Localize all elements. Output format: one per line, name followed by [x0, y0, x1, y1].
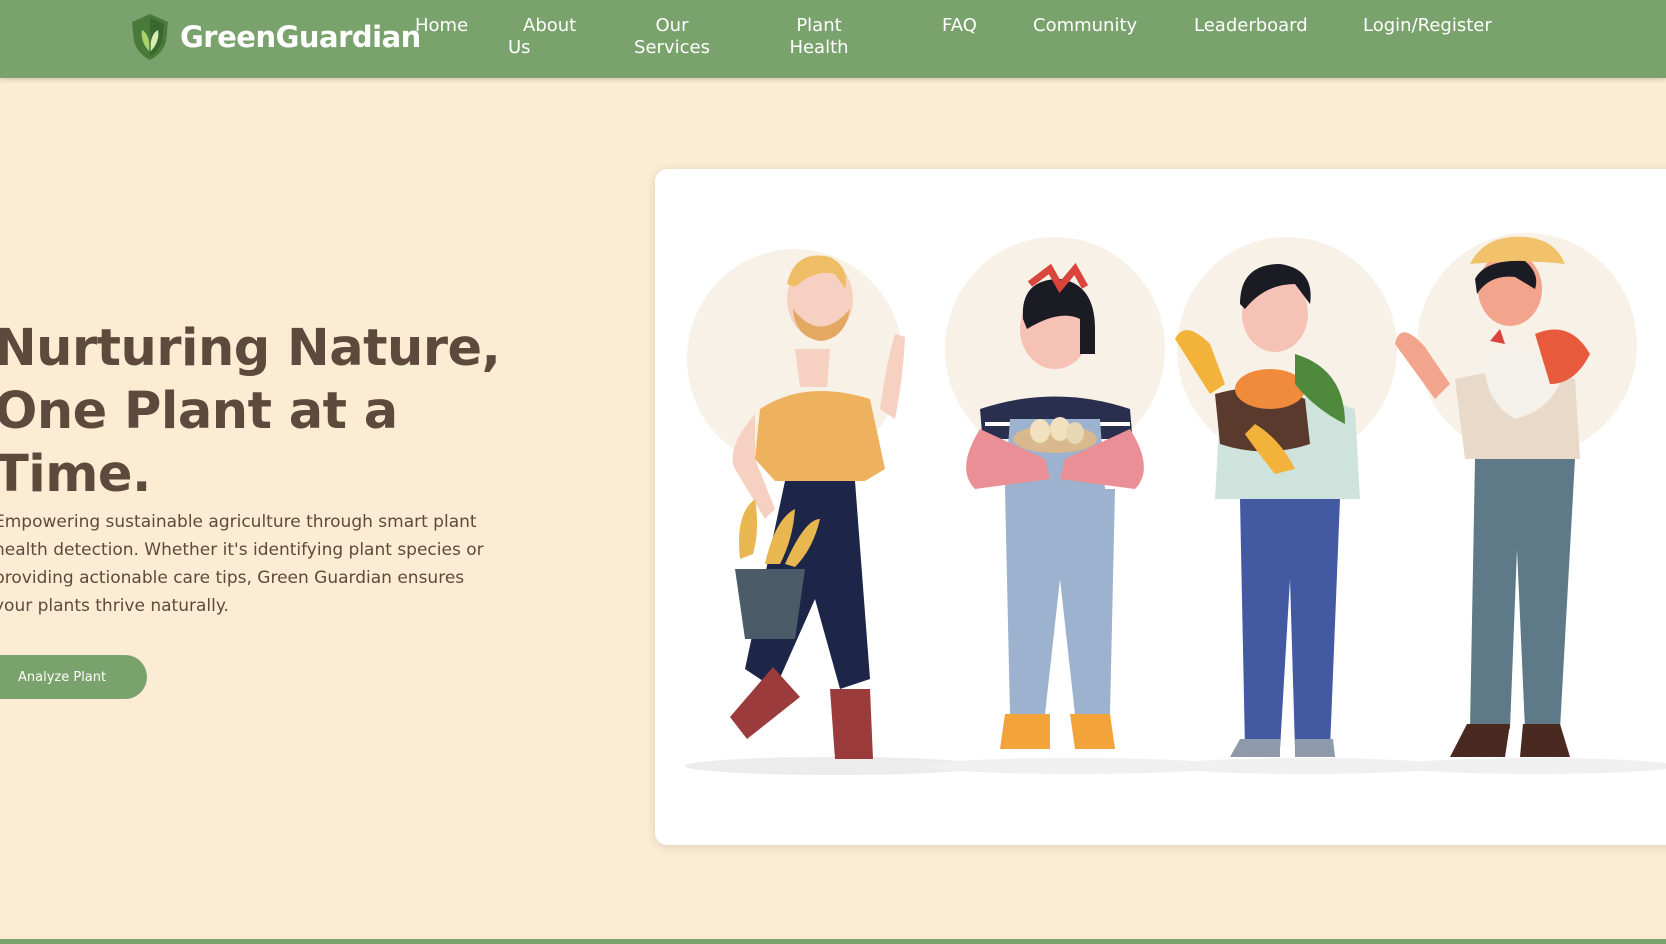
leaf-shield-icon: [132, 14, 168, 60]
brand-name: GreenGuardian: [180, 20, 421, 54]
hero-title: Nurturing Nature, One Plant at a Time.: [0, 319, 501, 504]
footer-divider: [0, 939, 1666, 944]
nav-about-us[interactable]: About Us: [508, 15, 588, 59]
nav-login-register[interactable]: Login/Register: [1363, 15, 1492, 37]
nav-plant-health[interactable]: Plant Health: [779, 15, 859, 59]
brand-logo[interactable]: GreenGuardian: [128, 12, 421, 62]
nav-community[interactable]: Community: [1033, 15, 1137, 37]
nav-home[interactable]: Home: [415, 15, 468, 37]
farmers-illustration: [655, 169, 1666, 845]
navbar: GreenGuardian Home About Us Our Services…: [0, 0, 1666, 78]
analyze-plant-button[interactable]: Analyze Plant: [0, 655, 147, 699]
nav-faq[interactable]: FAQ: [942, 15, 977, 37]
nav-our-services[interactable]: Our Services: [632, 15, 712, 59]
nav-leaderboard[interactable]: Leaderboard: [1194, 15, 1308, 37]
hero-description: Empowering sustainable agriculture throu…: [0, 512, 484, 616]
